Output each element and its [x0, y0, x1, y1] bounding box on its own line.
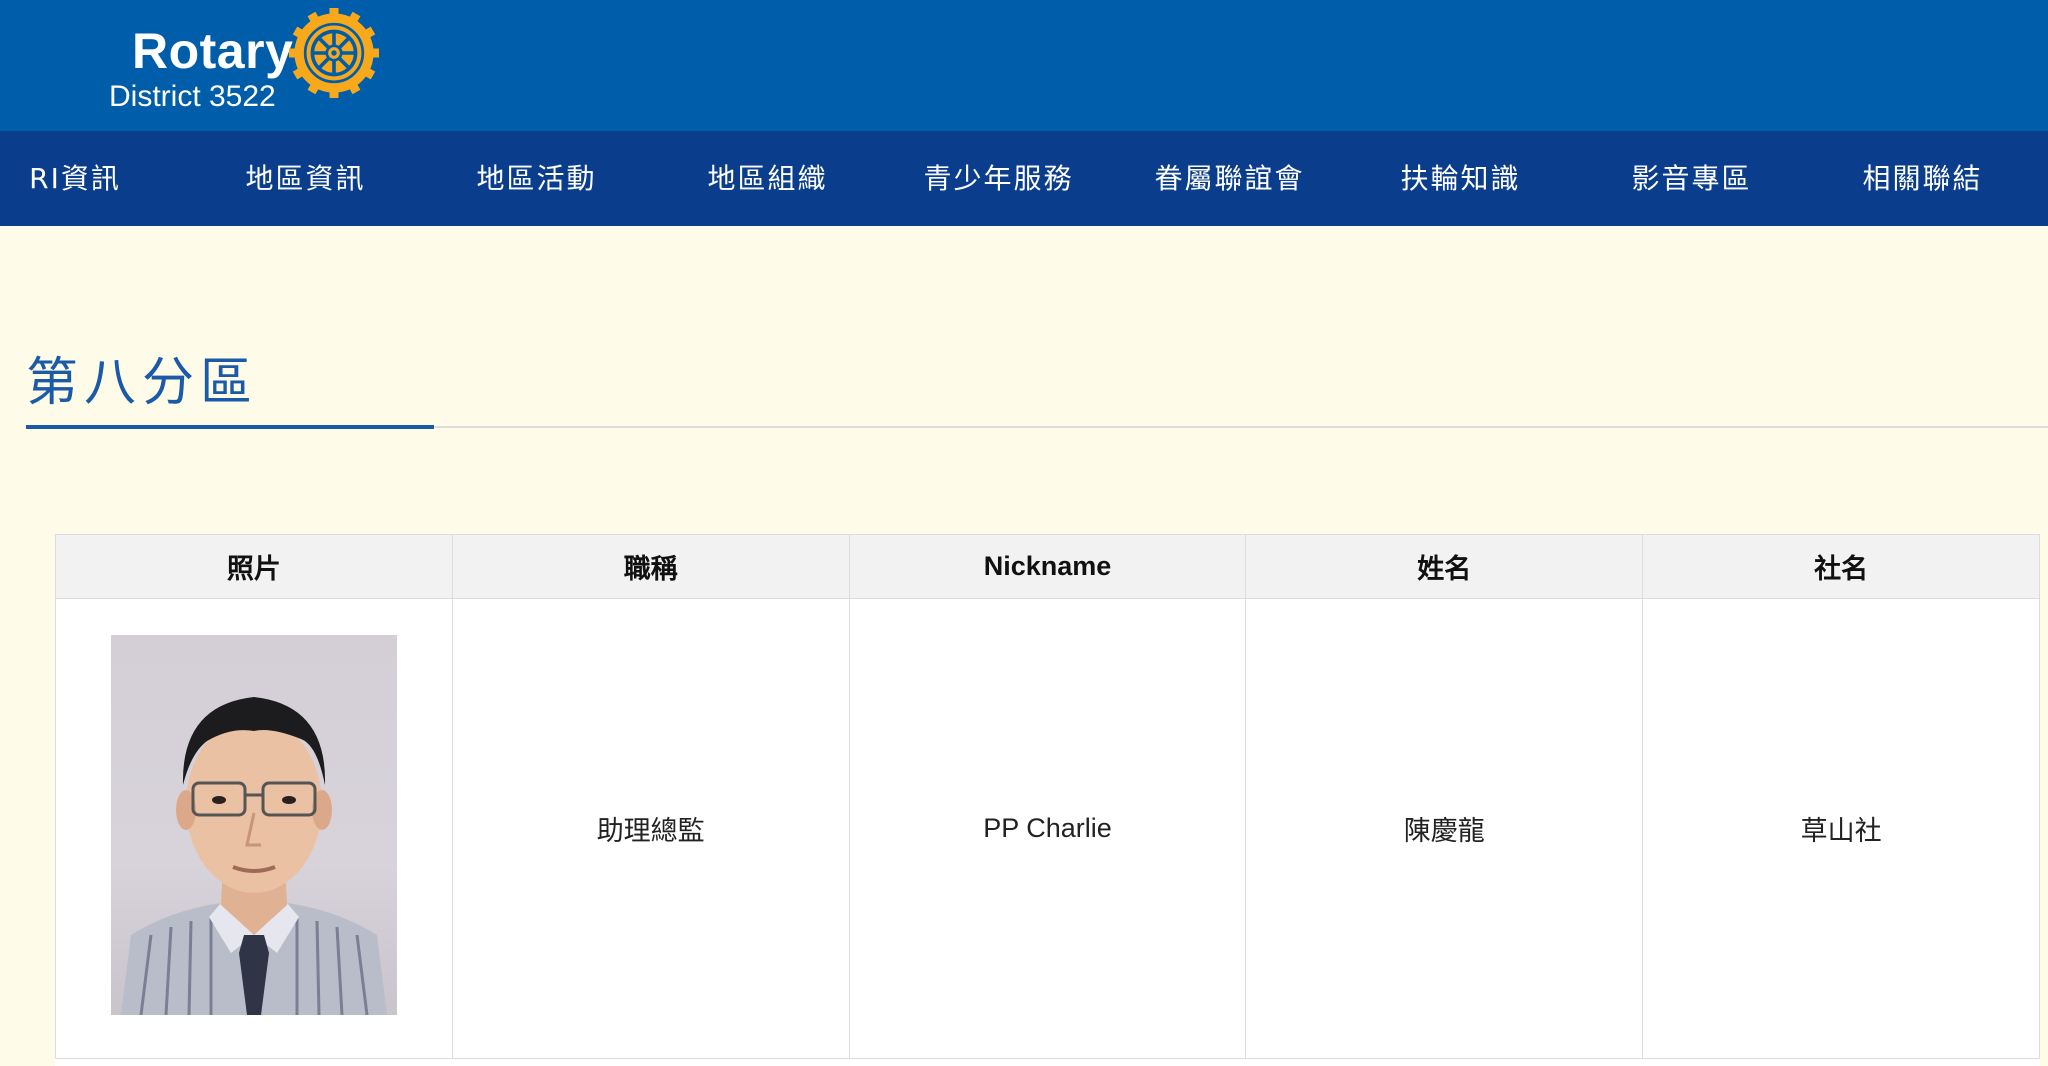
- column-header-nickname: Nickname: [848, 534, 1247, 599]
- column-header-title: 職稱: [451, 534, 850, 599]
- members-table-container: 照片 職稱 Nickname 姓名 社名 助理總監 PP Charlie 陳慶龍…: [55, 534, 2040, 1066]
- nav-item-district-info[interactable]: 地區資訊: [190, 131, 421, 226]
- nav-item-links[interactable]: 相關聯結: [1807, 131, 2038, 226]
- cell-club: 草山社: [1642, 598, 2040, 1059]
- cell-title: 助理總監: [451, 598, 850, 1059]
- page-title: 第八分區: [26, 353, 259, 413]
- nav-item-family-club[interactable]: 眷屬聯誼會: [1114, 131, 1345, 226]
- cell-nickname: PP Charlie: [848, 598, 1247, 1059]
- nav-item-rotary-knowledge[interactable]: 扶輪知識: [1345, 131, 1576, 226]
- nav-item-youth-service[interactable]: 青少年服務: [883, 131, 1114, 226]
- rotary-logo[interactable]: Rotary District 3522: [109, 8, 389, 120]
- nav-item-district-events[interactable]: 地區活動: [421, 131, 652, 226]
- column-header-name: 姓名: [1245, 534, 1644, 599]
- rotary-wheel-icon: [289, 8, 379, 98]
- logo-wordmark: Rotary: [132, 23, 294, 79]
- title-divider-accent: [26, 425, 434, 429]
- table-header-row: 照片 職稱 Nickname 姓名 社名: [55, 534, 2040, 599]
- nav-item-ri-info[interactable]: RI資訊: [0, 131, 150, 226]
- cell-photo: [55, 598, 453, 1059]
- person-portrait-icon: [120, 697, 387, 1015]
- logo-district: District 3522: [109, 80, 276, 113]
- table-row: 助理總監 PP Charlie 陳慶龍 草山社: [55, 598, 2040, 1059]
- cell-name: 陳慶龍: [1245, 598, 1644, 1059]
- site-header: Rotary District 3522: [0, 0, 2048, 131]
- column-header-photo: 照片: [55, 534, 453, 599]
- members-table: 照片 職稱 Nickname 姓名 社名 助理總監 PP Charlie 陳慶龍…: [55, 534, 2040, 1059]
- nav-item-district-org[interactable]: 地區組織: [652, 131, 883, 226]
- nav-item-media[interactable]: 影音專區: [1576, 131, 1807, 226]
- column-header-club: 社名: [1642, 534, 2040, 599]
- main-nav: RI資訊 地區資訊 地區活動 地區組織 青少年服務 眷屬聯誼會 扶輪知識 影音專…: [0, 131, 2048, 226]
- portrait-photo: [110, 635, 397, 1015]
